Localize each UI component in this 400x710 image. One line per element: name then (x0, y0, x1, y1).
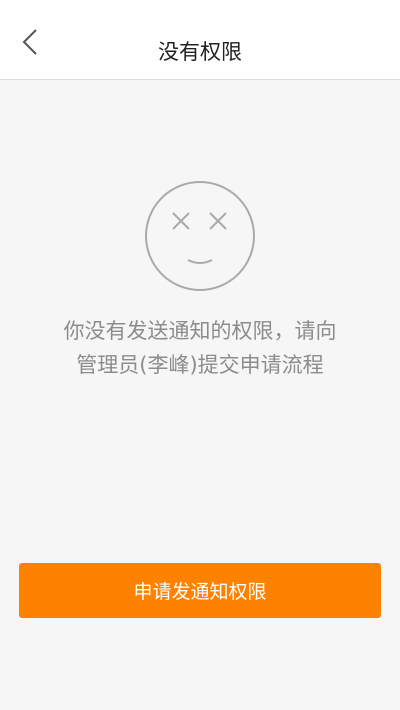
permission-message: 你没有发送通知的权限，请向 管理员(李峰)提交申请流程 (0, 314, 400, 382)
message-line-2: 管理员(李峰)提交申请流程 (76, 353, 324, 377)
navigation-bar: 没有权限 (0, 0, 400, 80)
sad-face-icon (145, 181, 255, 291)
message-line-1: 你没有发送通知的权限，请向 (63, 319, 337, 343)
page-title: 没有权限 (158, 40, 242, 64)
apply-permission-button[interactable]: 申请发通知权限 (19, 563, 381, 618)
